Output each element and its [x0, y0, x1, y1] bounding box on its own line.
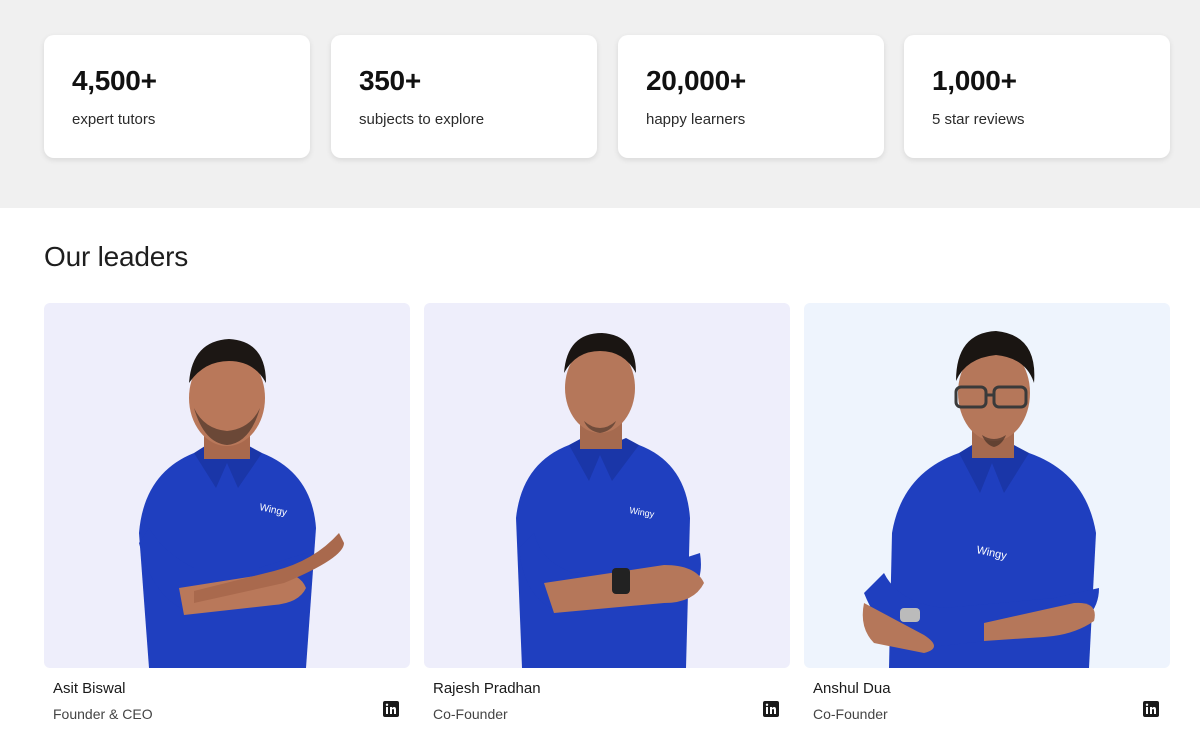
- leader-photo: Wingy: [44, 303, 410, 668]
- person-portrait-image: Wingy: [862, 331, 1099, 668]
- stat-card-learners: 20,000+ happy learners: [618, 35, 884, 158]
- linkedin-glyph: [1145, 703, 1156, 714]
- linkedin-icon[interactable]: [1143, 701, 1159, 717]
- stat-value: 1,000+: [932, 65, 1017, 96]
- stat-value: 350+: [359, 65, 421, 96]
- stat-value: 20,000+: [646, 65, 746, 96]
- person-portrait-image: Wingy: [516, 333, 704, 668]
- person-portrait-image: Wingy: [139, 339, 344, 668]
- leader-role: Co-Founder: [813, 706, 888, 722]
- leader-card-rajesh-pradhan: Wingy Rajesh Pradhan Co-Founder: [424, 303, 790, 722]
- stat-label: expert tutors: [72, 111, 156, 128]
- linkedin-glyph: [765, 703, 776, 714]
- leader-card-asit-biswal: Wingy Asit Biswal Founder & CEO: [44, 303, 410, 722]
- leader-name: Asit Biswal: [53, 680, 126, 697]
- stat-label: subjects to explore: [359, 111, 485, 128]
- stat-label: 5 star reviews: [932, 111, 1025, 128]
- stats-band: 4,500+ expert tutors 350+ subjects to ex…: [0, 0, 1200, 208]
- linkedin-icon[interactable]: [763, 701, 779, 717]
- section-title-our-leaders: Our leaders: [44, 241, 189, 272]
- leader-name: Anshul Dua: [813, 680, 891, 697]
- linkedin-glyph: [385, 703, 396, 714]
- leader-photo: Wingy: [804, 303, 1170, 668]
- leader-photo: Wingy: [424, 303, 790, 668]
- linkedin-icon[interactable]: [383, 701, 399, 717]
- leader-card-anshul-dua: Wingy Anshul Dua Co-Founder: [804, 303, 1170, 722]
- stat-card-subjects: 350+ subjects to explore: [331, 35, 597, 158]
- leader-role: Co-Founder: [433, 706, 508, 722]
- stat-label: happy learners: [646, 111, 746, 128]
- leader-name: Rajesh Pradhan: [433, 680, 541, 697]
- stat-card-reviews: 1,000+ 5 star reviews: [904, 35, 1170, 158]
- stat-card-tutors: 4,500+ expert tutors: [44, 35, 310, 158]
- stat-value: 4,500+: [72, 65, 157, 96]
- leader-role: Founder & CEO: [53, 706, 153, 722]
